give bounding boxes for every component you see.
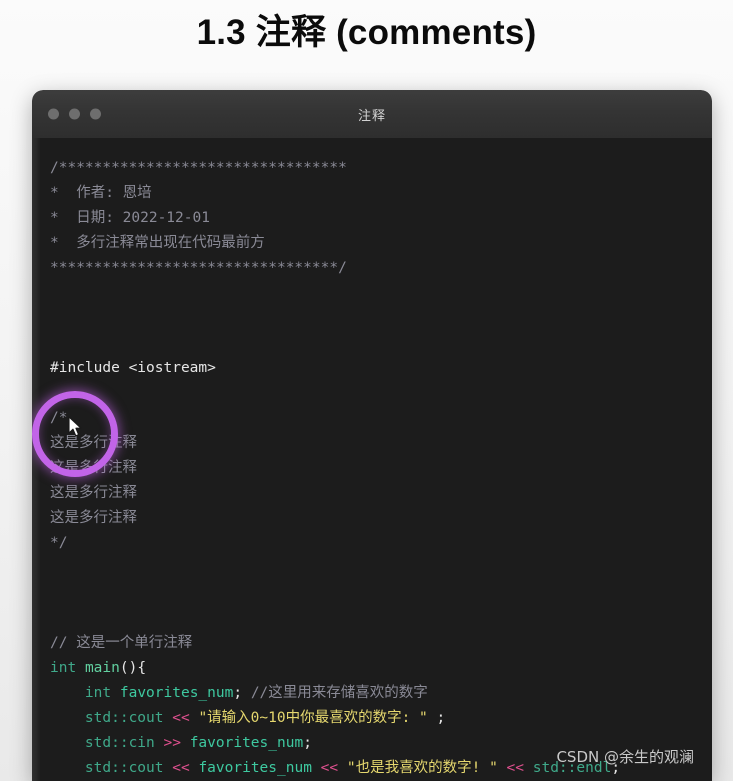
shift-left-operator: << [172,710,190,726]
multiline-comment-text: 这是多行注释 [50,485,137,501]
code-block[interactable]: /********************************* * 作者: … [32,156,712,781]
multiline-comment-text: 这是多行注释 [50,460,137,476]
variable-favorites-num: favorites_num [119,685,234,701]
code-window: 注释 /********************************* * 作… [32,90,712,781]
code-line: 这是多行注释 [50,481,712,506]
keyword-int: int [84,685,112,701]
code-line: /********************************* [50,156,712,181]
include-directive: #include <iostream> [50,360,216,376]
inline-comment: //这里用来存储喜欢的数字 [250,685,428,701]
multiline-comment-text: 这是多行注释 [50,510,137,526]
variable-favorites-num: favorites_num [189,735,304,751]
code-line: std::cout << "请输入0~10中你最喜欢的数字: " ; [50,706,712,731]
code-line: // 这是一个单行注释 [50,631,712,656]
string-reply: "也是我喜欢的数字! " [346,760,498,776]
window-titlebar[interactable]: 注释 [32,90,712,138]
code-line: /* [50,406,712,431]
std-cout: std::cout [84,760,164,776]
code-editor-area[interactable]: /********************************* * 作者: … [32,138,712,781]
csdn-watermark: CSDN @余生的观澜 [556,748,694,766]
single-line-comment: // 这是一个单行注释 [50,635,193,651]
code-line: 这是多行注释 [50,456,712,481]
code-line: #include <iostream> [50,356,712,381]
code-line: *********************************/ [50,256,712,281]
keyword-int: int [50,660,77,676]
std-cout: std::cout [84,710,164,726]
semicolon: ; [233,685,243,701]
string-prompt: "请输入0~10中你最喜欢的数字: " [198,710,428,726]
comment-note: * 多行注释常出现在代码最前方 [50,235,265,251]
code-line: */ [50,531,712,556]
code-line: * 多行注释常出现在代码最前方 [50,231,712,256]
code-line: 这是多行注释 [50,506,712,531]
code-line: int favorites_num; //这里用来存储喜欢的数字 [50,681,712,706]
comment-date: * 日期: 2022-12-01 [50,210,210,226]
code-line: int main(){ [50,656,712,681]
variable-favorites-num: favorites_num [198,760,312,776]
block-comment-close: *********************************/ [50,260,347,276]
main-parens-brace: (){ [119,660,147,676]
window-title: 注释 [357,108,386,124]
code-line: 这是多行注释 [50,431,712,456]
shift-left-operator: << [320,760,339,776]
shift-right-operator: >> [163,735,181,751]
code-line: * 作者: 恩培 [50,181,712,206]
page-title: 1.3 注释 (comments) [196,13,537,52]
maximize-dot-icon[interactable] [90,108,101,120]
std-cin: std::cin [84,735,155,751]
function-main: main [84,660,120,676]
block-comment-open: /********************************* [50,160,347,176]
shift-left-operator: << [506,760,524,776]
comment-author: * 作者: 恩培 [50,185,152,201]
multiline-comment-open: /* [50,410,68,426]
semicolon: ; [303,735,312,751]
minimize-dot-icon[interactable] [69,108,80,120]
semicolon: ; [436,710,446,726]
multiline-comment-close: */ [50,535,68,551]
multiline-comment-text: 这是多行注释 [50,435,137,451]
traffic-light-dots [48,108,101,120]
code-line: * 日期: 2022-12-01 [50,206,712,231]
close-dot-icon[interactable] [48,108,59,120]
shift-left-operator: << [172,760,190,776]
